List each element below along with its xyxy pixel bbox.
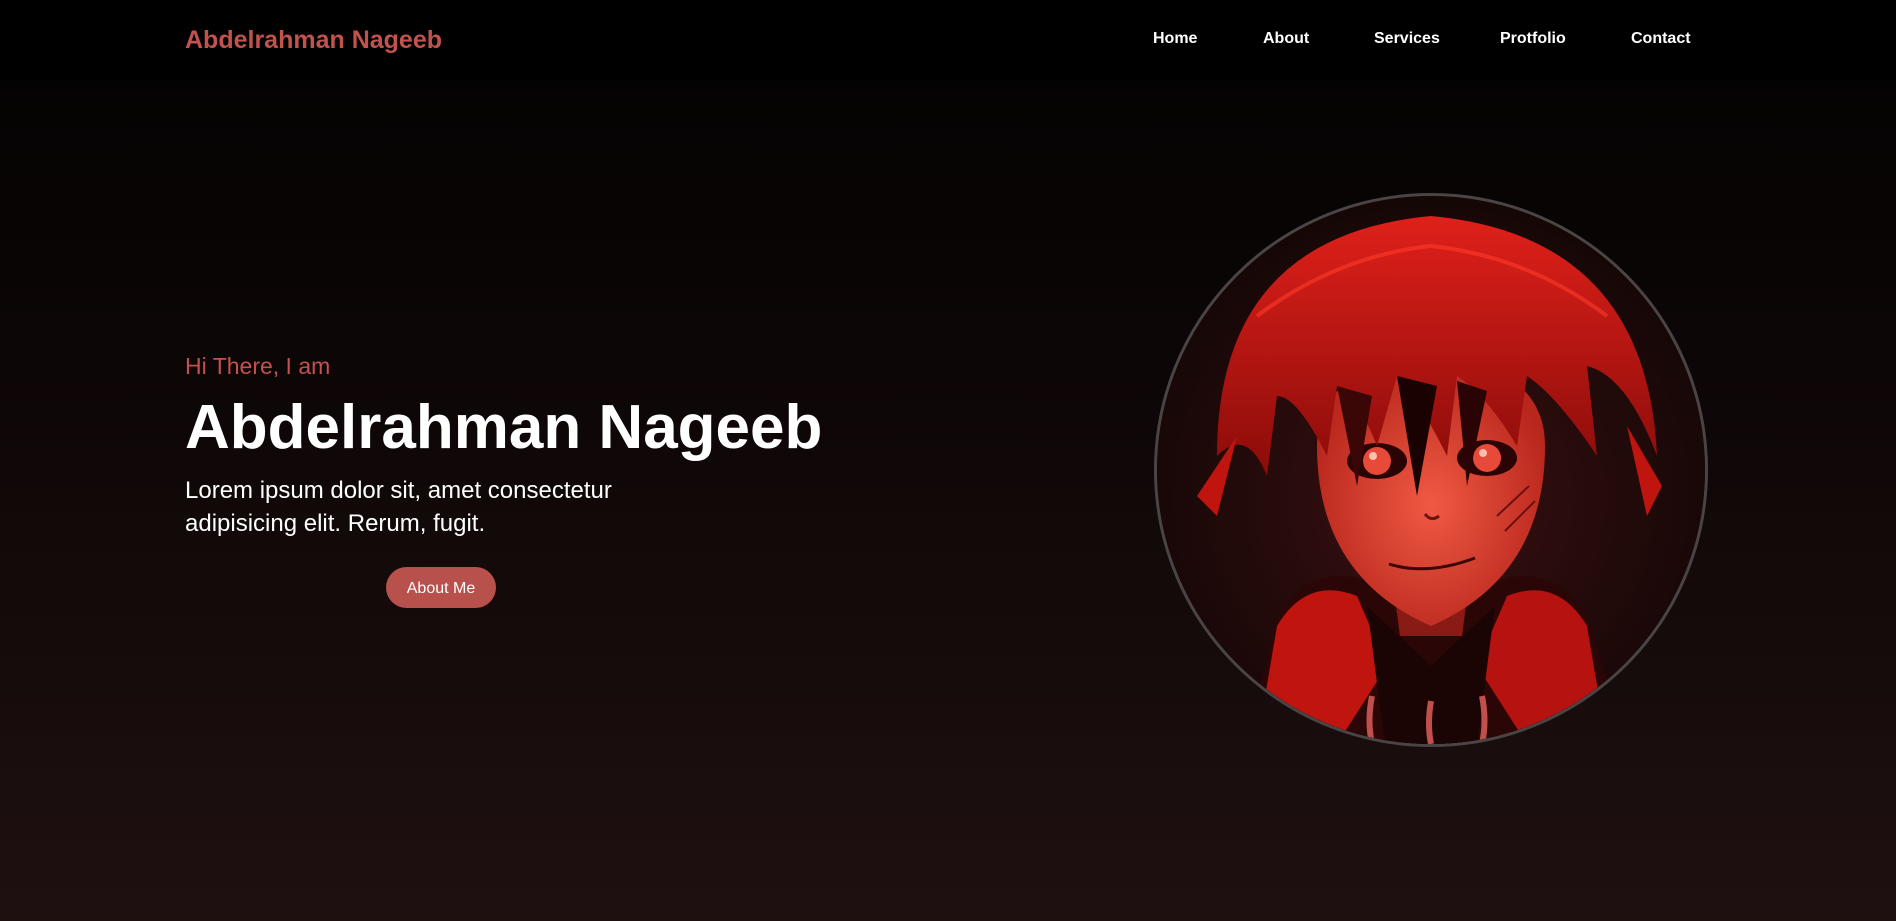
hero-description: Lorem ipsum dolor sit, amet consectetur …: [185, 477, 612, 537]
nav-link-about[interactable]: About: [1263, 30, 1309, 48]
nav-link-portfolio[interactable]: Protfolio: [1500, 30, 1566, 48]
nav-links: Home About Services Protfolio Contact: [0, 30, 1896, 54]
nav-link-home[interactable]: Home: [1153, 30, 1197, 48]
nav-link-services[interactable]: Services: [1374, 30, 1440, 48]
hero-greeting: Hi There, I am: [185, 353, 331, 379]
hero-name: Abdelrahman Nageeb: [185, 393, 823, 462]
about-me-button[interactable]: About Me: [386, 567, 496, 608]
anime-portrait-image: [1157, 196, 1705, 744]
hero-section: Hi There, I am Abdelrahman Nageeb Lorem …: [185, 350, 885, 540]
navbar: Abdelrahman Nageeb Home About Services P…: [0, 0, 1896, 80]
nav-link-contact[interactable]: Contact: [1631, 30, 1691, 48]
profile-avatar: [1154, 193, 1708, 747]
